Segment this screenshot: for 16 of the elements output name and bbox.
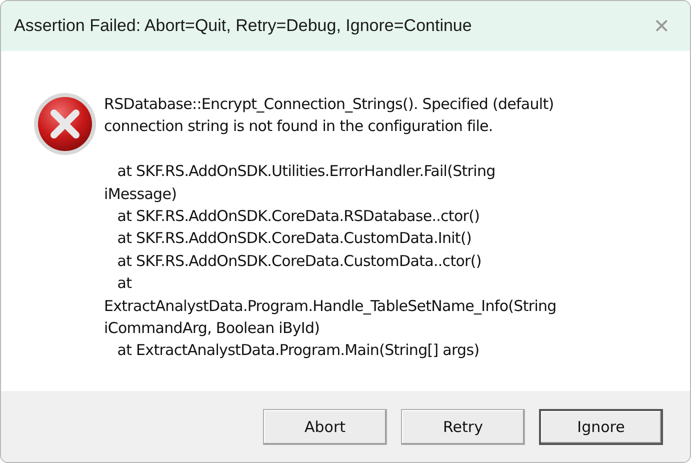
message-line: RSDatabase::Encrypt_Connection_Strings(). Specified (default)	[104, 94, 555, 115]
dialog-button[interactable]: Ignore	[539, 408, 663, 444]
dialog-button[interactable]: Abort	[263, 408, 387, 444]
stack-trace-line: at	[116, 273, 133, 294]
stack-trace-line: iCommandArg, Boolean iById)	[104, 318, 321, 340]
stack-trace-line: ExtractAnalystData.Program.Handle_TableSetName_Info(String	[104, 296, 556, 317]
stack-trace-line: at SKF.RS.AddOnSDK.CoreData.CustomData.Init()	[116, 228, 472, 250]
stack-trace-line: at SKF.RS.AddOnSDK.Utilities.ErrorHandler.Fail(String	[116, 161, 496, 182]
dialog-button[interactable]: Retry	[401, 408, 525, 444]
stack-trace-line: iMessage)	[104, 184, 178, 205]
window-title: Assertion Failed: Abort=Quit, Retry=Debug, Ignore=Continue	[14, 16, 472, 36]
stack-trace-line: at SKF.RS.AddOnSDK.CoreData.CustomData..ctor()	[116, 250, 482, 272]
stack-trace-line: at SKF.RS.AddOnSDK.CoreData.RSDatabase..ctor()	[116, 206, 481, 228]
error-icon	[33, 92, 97, 156]
message-line: connection string is not found in the configuration file.	[104, 116, 494, 138]
stack-trace-line: at ExtractAnalystData.Program.Main(String[] args)	[116, 340, 480, 362]
